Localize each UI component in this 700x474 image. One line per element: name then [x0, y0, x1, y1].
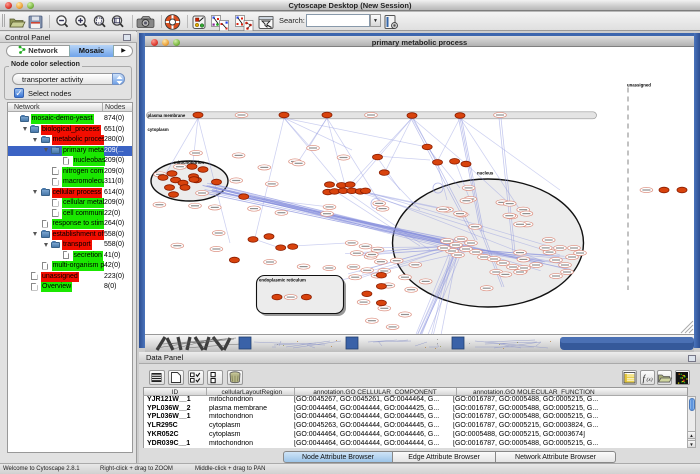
svg-text:plasma membrane: plasma membrane: [148, 113, 186, 118]
svg-text:endoplasmic reticulum: endoplasmic reticulum: [259, 278, 306, 283]
svg-text:(x): (x): [647, 376, 653, 383]
svg-text:nucleus: nucleus: [477, 171, 494, 176]
svg-text:cytoplasm: cytoplasm: [148, 127, 169, 132]
svg-text:mitochondrion: mitochondrion: [174, 160, 204, 165]
svg-text:unassigned: unassigned: [627, 83, 651, 88]
